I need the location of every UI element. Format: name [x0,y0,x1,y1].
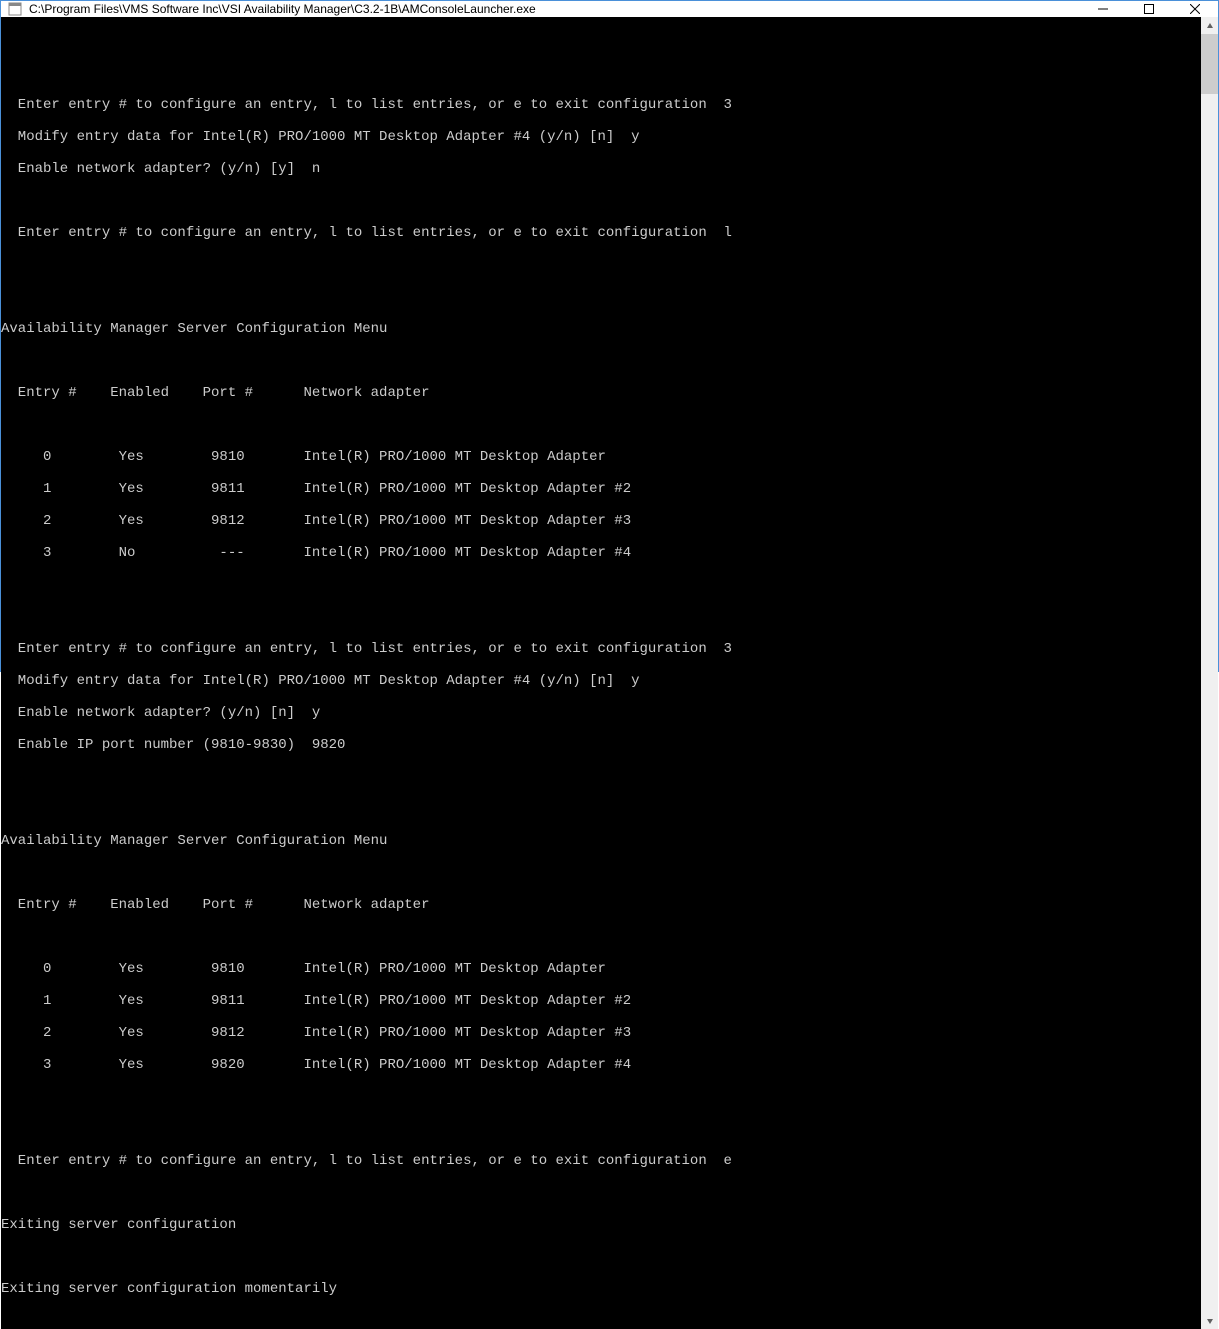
blank-line [1,929,1201,945]
scrollbar-thumb[interactable] [1201,34,1218,94]
blank-line [1,353,1201,369]
blank-line [1,1121,1201,1137]
table-header: Entry # Enabled Port # Network adapter [1,385,1201,401]
blank-line [1,289,1201,305]
prompt-line: Enter entry # to configure an entry, l t… [1,641,1201,657]
blank-line [1,1249,1201,1265]
table-row: 1 Yes 9811 Intel(R) PRO/1000 MT Desktop … [1,481,1201,497]
blank-line [1,417,1201,433]
blank-line [1,193,1201,209]
app-window: C:\Program Files\VMS Software Inc\VSI Av… [0,0,1219,672]
table-row: 1 Yes 9811 Intel(R) PRO/1000 MT Desktop … [1,993,1201,1009]
table-row: 3 Yes 9820 Intel(R) PRO/1000 MT Desktop … [1,1057,1201,1073]
blank-line [1,33,1201,49]
prompt-line: Enter entry # to configure an entry, l t… [1,225,1201,241]
blank-line [1,65,1201,81]
app-icon [7,1,23,17]
table-row: 0 Yes 9810 Intel(R) PRO/1000 MT Desktop … [1,449,1201,465]
scroll-down-arrow-icon[interactable] [1201,1312,1218,1329]
table-row: 3 No --- Intel(R) PRO/1000 MT Desktop Ad… [1,545,1201,561]
table-row: 2 Yes 9812 Intel(R) PRO/1000 MT Desktop … [1,1025,1201,1041]
blank-line [1,1185,1201,1201]
prompt-line: Enable network adapter? (y/n) [n] y [1,705,1201,721]
blank-line [1,257,1201,273]
close-button[interactable] [1172,1,1218,17]
blank-line [1,801,1201,817]
console-area: Enter entry # to configure an entry, l t… [1,17,1218,1329]
blank-line [1,577,1201,593]
blank-line [1,769,1201,785]
prompt-line: Modify entry data for Intel(R) PRO/1000 … [1,129,1201,145]
blank-line [1,1089,1201,1105]
scroll-up-arrow-icon[interactable] [1201,17,1218,34]
table-row: 2 Yes 9812 Intel(R) PRO/1000 MT Desktop … [1,513,1201,529]
minimize-button[interactable] [1080,1,1126,17]
vertical-scrollbar[interactable] [1201,17,1218,1329]
console-output[interactable]: Enter entry # to configure an entry, l t… [1,17,1201,1329]
blank-line [1,609,1201,625]
prompt-line: Enable network adapter? (y/n) [y] n [1,161,1201,177]
window-title: C:\Program Files\VMS Software Inc\VSI Av… [29,2,1080,16]
scrollbar-track[interactable] [1201,34,1218,1312]
titlebar[interactable]: C:\Program Files\VMS Software Inc\VSI Av… [1,1,1218,17]
maximize-button[interactable] [1126,1,1172,17]
blank-line [1,865,1201,881]
prompt-line: Enter entry # to configure an entry, l t… [1,1153,1201,1169]
prompt-line: Enable IP port number (9810-9830) 9820 [1,737,1201,753]
exit-line: Exiting server configuration [1,1217,1201,1233]
window-controls [1080,1,1218,17]
prompt-line: Enter entry # to configure an entry, l t… [1,97,1201,113]
menu-title: Availability Manager Server Configuratio… [1,833,1201,849]
menu-title: Availability Manager Server Configuratio… [1,321,1201,337]
exit-line: Exiting server configuration momentarily [1,1281,1201,1297]
prompt-line: Modify entry data for Intel(R) PRO/1000 … [1,673,1201,689]
table-header: Entry # Enabled Port # Network adapter [1,897,1201,913]
table-row: 0 Yes 9810 Intel(R) PRO/1000 MT Desktop … [1,961,1201,977]
